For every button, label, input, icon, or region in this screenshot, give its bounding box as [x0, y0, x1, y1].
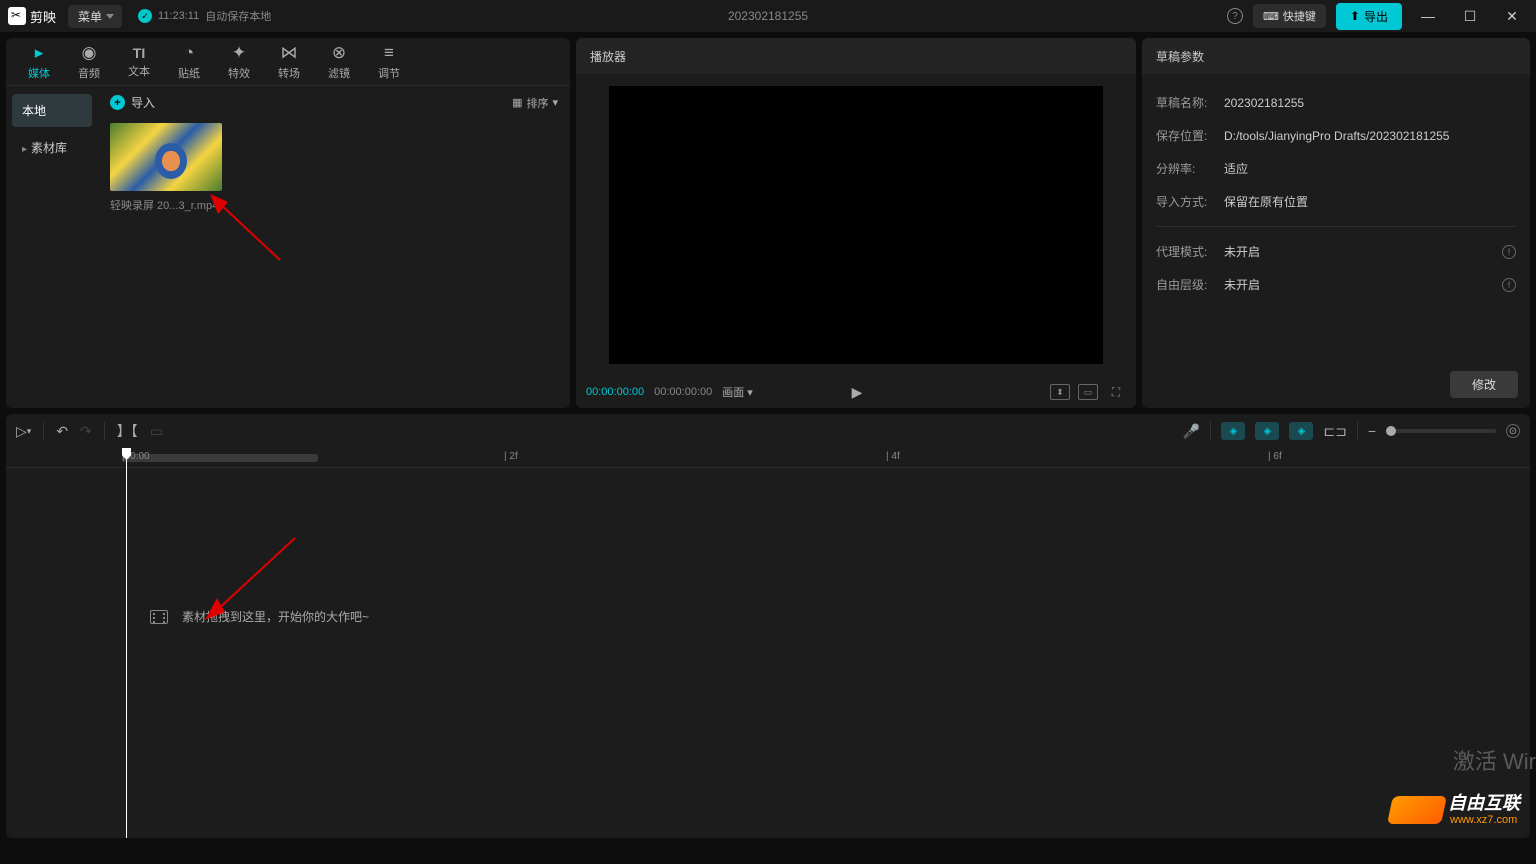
- player-controls: 00:00:00:00 00:00:00:00 画面 ▾ ▶ ⬍ ▭ ⛶: [576, 376, 1136, 408]
- keyboard-icon: ⌨: [1263, 10, 1279, 23]
- shortcut-button[interactable]: ⌨ 快捷键: [1253, 4, 1326, 28]
- adjust-icon: ≡: [384, 43, 394, 63]
- autosave-status: ✓ 11:23:11 自动保存本地: [138, 8, 271, 24]
- chevron-down-icon: [106, 14, 114, 19]
- play-button[interactable]: ▶: [852, 384, 863, 401]
- prop-resolution: 分辨率:适应: [1156, 152, 1516, 185]
- tab-audio[interactable]: ◉音频: [64, 38, 114, 85]
- cut-mode-icon[interactable]: ⊏⊐: [1323, 423, 1346, 440]
- prop-draft-name: 草稿名称:202302181255: [1156, 86, 1516, 119]
- ruler-mark: | 6f: [1268, 451, 1282, 462]
- upload-icon: ⬆: [1350, 9, 1360, 23]
- sort-button[interactable]: ▦ 排序 ▾: [512, 95, 558, 111]
- main-area: ▸媒体 ◉音频 TI文本 ◔贴纸 ✦特效 ⋈转场 ⊗滤镜 ≡调节 本地 素材库 …: [0, 32, 1536, 414]
- logo-icon: [8, 7, 26, 25]
- player-panel: 播放器 00:00:00:00 00:00:00:00 画面 ▾ ▶ ⬍ ▭ ⛶: [576, 38, 1136, 408]
- preview-icon[interactable]: ◈: [1289, 422, 1313, 440]
- media-tabs: ▸媒体 ◉音频 TI文本 ◔贴纸 ✦特效 ⋈转场 ⊗滤镜 ≡调节: [6, 38, 570, 86]
- close-button[interactable]: ✕: [1496, 4, 1528, 28]
- delete-tool[interactable]: ▭: [150, 423, 163, 440]
- track-area[interactable]: 素材拖拽到这里，开始你的大作吧~: [6, 468, 1530, 625]
- ruler-mark: | 4f: [886, 451, 900, 462]
- video-canvas[interactable]: [609, 86, 1103, 364]
- chevron-down-icon: ▾: [747, 386, 753, 399]
- sidebar-item-library[interactable]: 素材库: [12, 131, 92, 164]
- empty-track-hint: 素材拖拽到这里，开始你的大作吧~: [6, 608, 1530, 625]
- ruler-mark: | 2f: [504, 451, 518, 462]
- watermark-logo-icon: [1387, 796, 1447, 824]
- playhead[interactable]: [126, 448, 127, 838]
- tab-adjust[interactable]: ≡调节: [364, 38, 414, 85]
- prop-import-mode: 导入方式:保留在原有位置: [1156, 185, 1516, 218]
- split-tool[interactable]: 】【: [117, 421, 138, 441]
- site-watermark: 自由互联 www.xz7.com: [1390, 794, 1520, 826]
- text-icon: TI: [133, 45, 145, 61]
- media-icon: ▸: [35, 43, 44, 63]
- fullscreen-icon[interactable]: ⛶: [1106, 384, 1126, 400]
- select-tool[interactable]: ▷ ▾: [16, 423, 31, 440]
- info-icon[interactable]: !: [1502, 245, 1516, 259]
- redo-button[interactable]: ↷: [80, 423, 92, 440]
- export-button[interactable]: ⬆ 导出: [1336, 3, 1402, 30]
- transition-icon: ⋈: [281, 43, 298, 63]
- filter-icon: ⊗: [332, 43, 346, 63]
- grid-icon: ▦: [512, 96, 522, 109]
- media-sidebar: 本地 素材库: [6, 86, 98, 408]
- tab-media[interactable]: ▸媒体: [14, 38, 64, 85]
- prop-save-path: 保存位置:D:/tools/JianyingPro Drafts/2023021…: [1156, 119, 1516, 152]
- timeline-ruler[interactable]: |00:00 | 2f | 4f | 6f: [6, 448, 1530, 468]
- undo-button[interactable]: ↶: [56, 423, 68, 440]
- player-viewport: [576, 74, 1136, 376]
- titlebar: 剪映 菜单 ✓ 11:23:11 自动保存本地 202302181255 ? ⌨…: [0, 0, 1536, 32]
- media-item[interactable]: 轻映录屏 20...3_r.mp4: [110, 123, 222, 213]
- film-icon: [150, 610, 168, 624]
- activate-watermark: 激活 Wir: [1453, 744, 1536, 776]
- divider: [1156, 226, 1516, 227]
- effect-icon: ✦: [232, 43, 246, 63]
- project-title: 202302181255: [728, 9, 808, 23]
- sticker-icon: ◔: [184, 43, 194, 63]
- prop-proxy-mode: 代理模式:未开启!: [1156, 235, 1516, 268]
- timeline-toolbar: ▷ ▾ ↶ ↷ 】【 ▭ 🎤 ◈ ◈ ◈ ⊏⊐ − ⊙: [6, 414, 1530, 448]
- time-current: 00:00:00:00: [586, 386, 644, 398]
- snap-icon[interactable]: ◈: [1255, 422, 1279, 440]
- modify-button[interactable]: 修改: [1450, 371, 1518, 398]
- help-icon[interactable]: ?: [1227, 8, 1243, 24]
- zoom-slider[interactable]: [1386, 429, 1496, 433]
- check-icon: ✓: [138, 9, 152, 23]
- minimize-button[interactable]: —: [1412, 4, 1444, 28]
- import-button[interactable]: + 导入: [110, 94, 155, 111]
- compare-icon[interactable]: ⬍: [1050, 384, 1070, 400]
- prop-free-layer: 自由层级:未开启!: [1156, 268, 1516, 301]
- mic-icon[interactable]: 🎤: [1183, 423, 1200, 440]
- menu-button[interactable]: 菜单: [68, 5, 122, 28]
- media-thumbnail[interactable]: [110, 123, 222, 191]
- media-content: + 导入 ▦ 排序 ▾ 轻映录屏 20...3_r.mp4: [98, 86, 570, 408]
- tab-sticker[interactable]: ◔贴纸: [164, 38, 214, 85]
- tab-effect[interactable]: ✦特效: [214, 38, 264, 85]
- sidebar-item-local[interactable]: 本地: [12, 94, 92, 127]
- player-header: 播放器: [576, 38, 1136, 74]
- ratio-icon[interactable]: ▭: [1078, 384, 1098, 400]
- plus-icon: +: [110, 95, 125, 110]
- audio-icon: ◉: [82, 43, 97, 63]
- tab-text[interactable]: TI文本: [114, 38, 164, 85]
- app-name: 剪映: [30, 7, 56, 26]
- zoom-in-icon[interactable]: ⊙: [1506, 424, 1520, 438]
- maximize-button[interactable]: ☐: [1454, 4, 1486, 28]
- timeline[interactable]: |00:00 | 2f | 4f | 6f 素材拖拽到这里，开始你的大作吧~: [6, 448, 1530, 838]
- media-panel: ▸媒体 ◉音频 TI文本 ◔贴纸 ✦特效 ⋈转场 ⊗滤镜 ≡调节 本地 素材库 …: [6, 38, 570, 408]
- ratio-button[interactable]: 画面 ▾: [722, 384, 753, 400]
- zoom-out-icon[interactable]: −: [1368, 423, 1376, 439]
- media-filename: 轻映录屏 20...3_r.mp4: [110, 197, 222, 213]
- properties-header: 草稿参数: [1142, 38, 1530, 74]
- snap-main-icon[interactable]: ◈: [1221, 422, 1245, 440]
- app-logo: 剪映: [8, 7, 56, 26]
- time-total: 00:00:00:00: [654, 386, 712, 398]
- chevron-down-icon: ▾: [552, 96, 558, 109]
- tab-transition[interactable]: ⋈转场: [264, 38, 314, 85]
- properties-panel: 草稿参数 草稿名称:202302181255 保存位置:D:/tools/Jia…: [1142, 38, 1530, 408]
- info-icon[interactable]: !: [1502, 278, 1516, 292]
- tab-filter[interactable]: ⊗滤镜: [314, 38, 364, 85]
